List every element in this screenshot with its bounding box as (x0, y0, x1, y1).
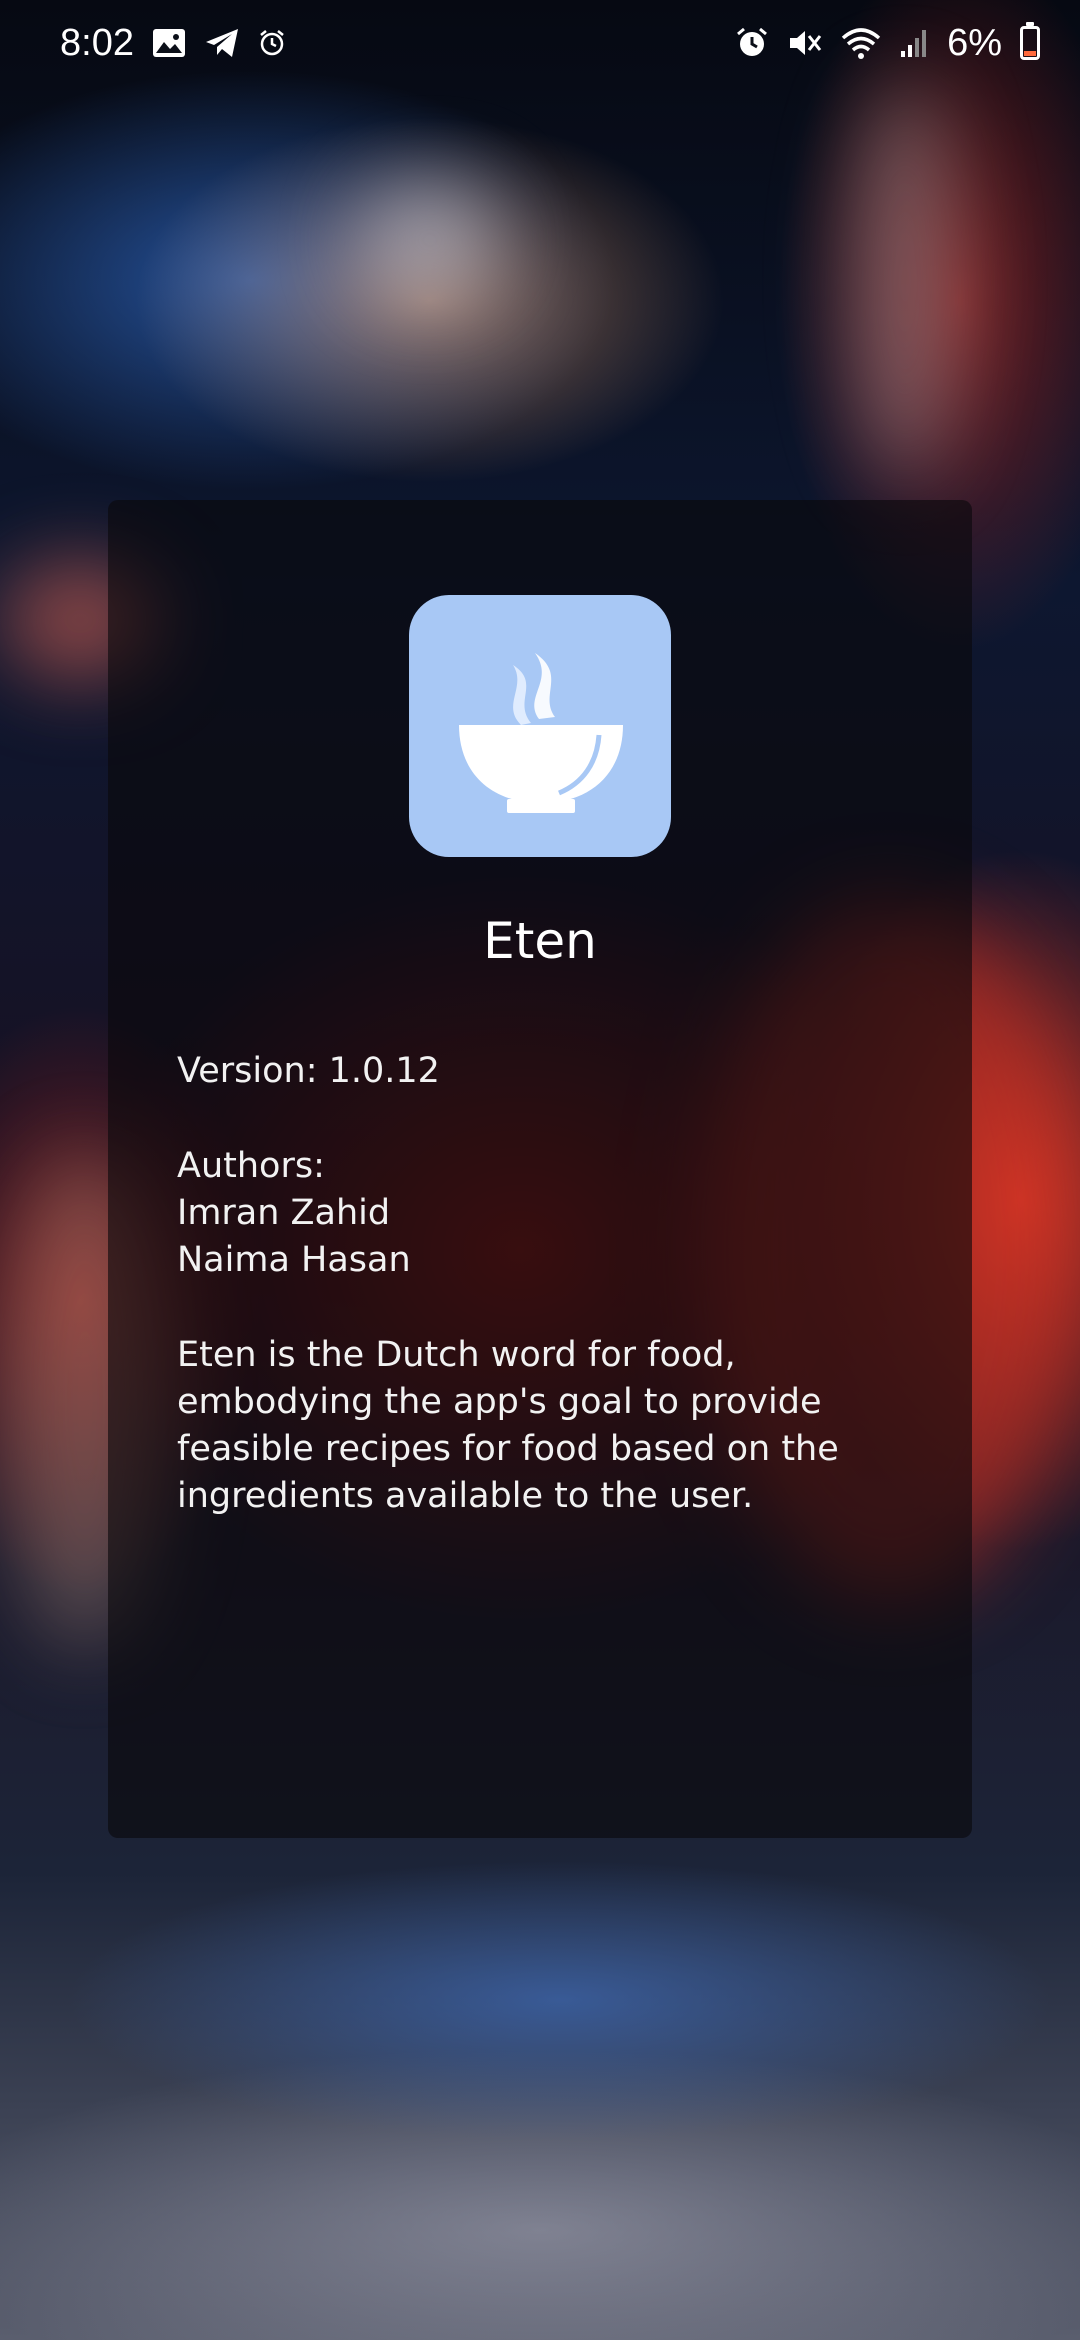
steaming-bowl-icon (409, 595, 671, 857)
author-name: Imran Zahid (177, 1193, 391, 1233)
description-line: ingredients available to the user. (177, 1476, 754, 1516)
telegram-icon (204, 27, 240, 59)
app-name: Eten (483, 912, 597, 970)
description-line: Eten is the Dutch word for food, (177, 1335, 736, 1375)
authors-label: Authors: (177, 1146, 325, 1186)
description-line: feasible recipes for food based on the (177, 1429, 839, 1469)
battery-icon (1020, 22, 1040, 60)
alarm-icon (735, 26, 769, 60)
status-time: 8:02 (60, 21, 134, 64)
status-bar: 8:02 6% (0, 0, 1080, 86)
battery-percent: 6% (947, 21, 1002, 64)
signal-icon (899, 27, 929, 59)
wifi-icon (841, 26, 881, 60)
about-card: Eten Version: 1.0.12 Authors: Imran Zahi… (108, 500, 972, 1838)
app-info: Version: 1.0.12 Authors: Imran Zahid Nai… (177, 1048, 897, 1520)
gallery-icon (152, 28, 186, 58)
mute-icon (787, 26, 823, 60)
version-text: Version: 1.0.12 (177, 1051, 440, 1091)
alarm-clock-icon (258, 29, 286, 57)
description-line: embodying the app's goal to provide (177, 1382, 822, 1422)
author-name: Naima Hasan (177, 1240, 411, 1280)
